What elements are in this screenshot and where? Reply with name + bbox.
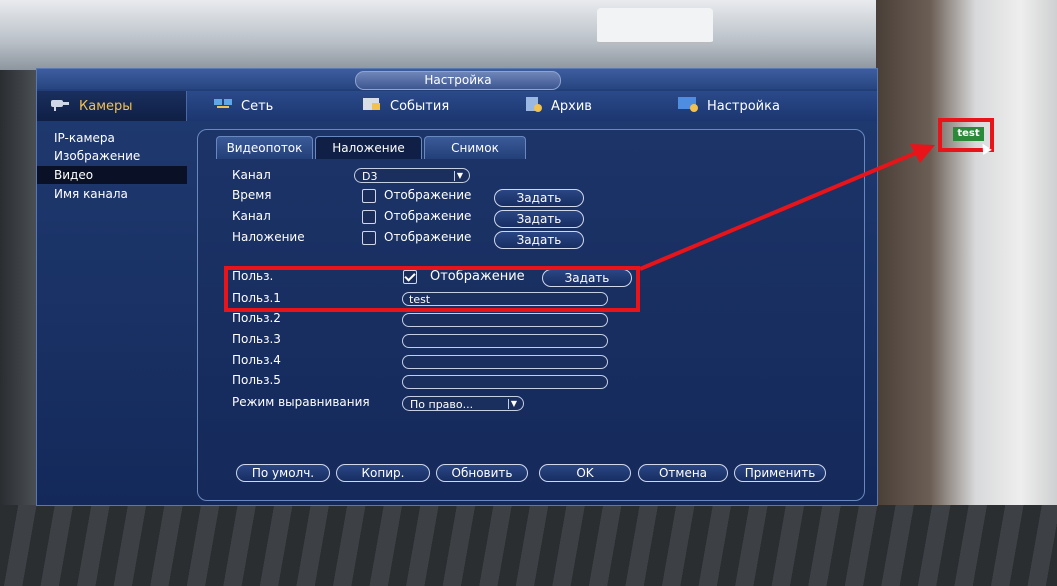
annotation-arrow — [639, 144, 935, 271]
preview-overlay-text: test — [953, 127, 984, 141]
